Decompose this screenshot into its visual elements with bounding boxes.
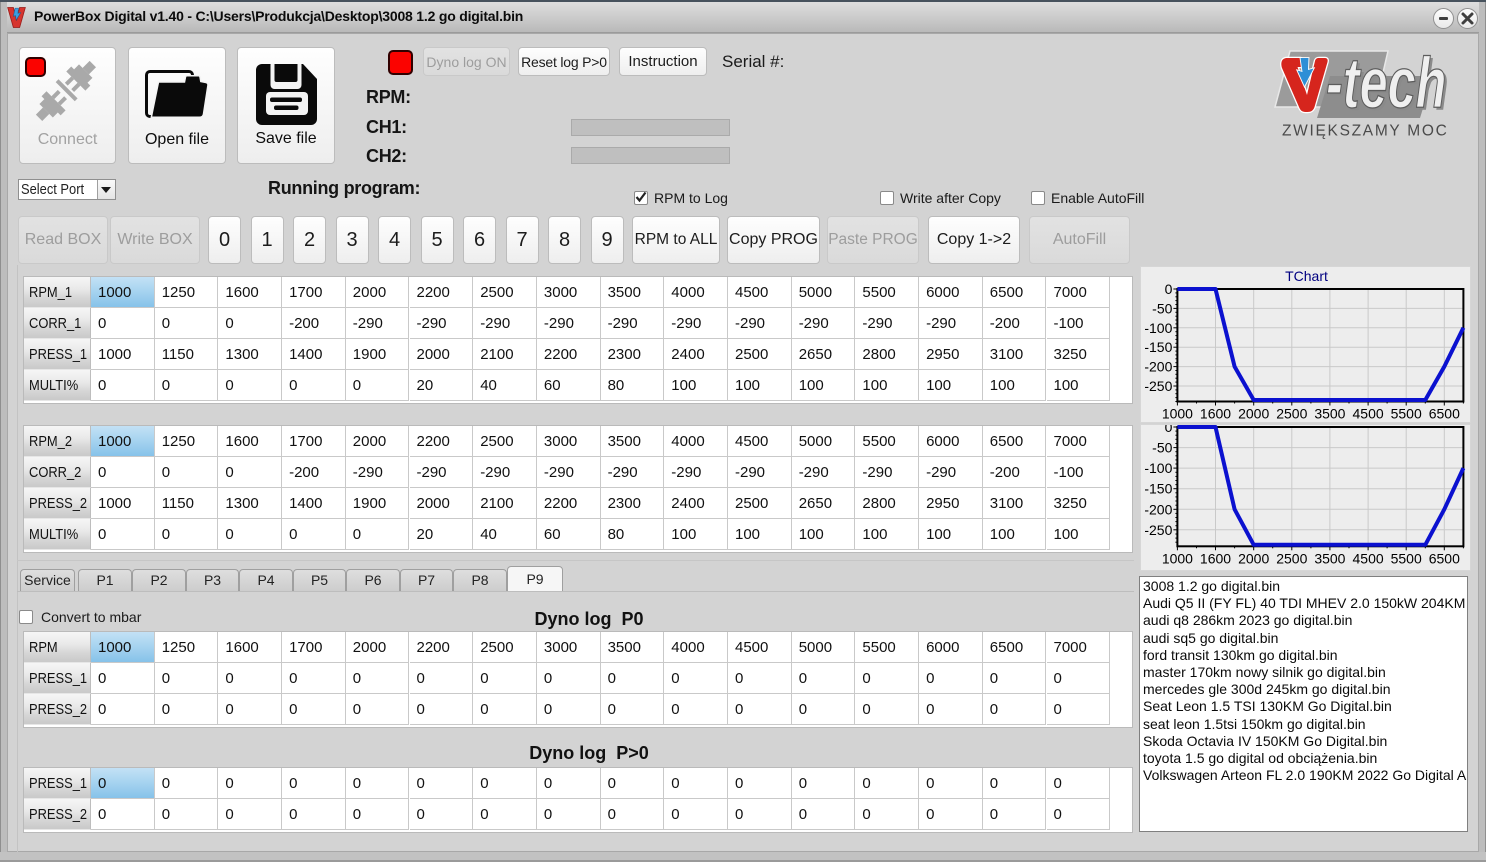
svg-text:-50: -50 bbox=[1152, 300, 1172, 316]
svg-text:2000: 2000 bbox=[1238, 550, 1269, 566]
svg-text:3500: 3500 bbox=[1314, 550, 1345, 566]
svg-text:-100: -100 bbox=[1144, 320, 1172, 336]
svg-text:-100: -100 bbox=[1144, 460, 1172, 476]
svg-text:6500: 6500 bbox=[1429, 406, 1460, 422]
svg-text:-200: -200 bbox=[1144, 501, 1172, 517]
svg-text:3500: 3500 bbox=[1314, 406, 1345, 422]
svg-text:2500: 2500 bbox=[1276, 406, 1307, 422]
svg-text:1000: 1000 bbox=[1162, 550, 1193, 566]
svg-text:0: 0 bbox=[1165, 281, 1173, 297]
svg-text:2500: 2500 bbox=[1276, 550, 1307, 566]
svg-text:4500: 4500 bbox=[1353, 406, 1384, 422]
svg-text:1600: 1600 bbox=[1200, 406, 1231, 422]
svg-text:1600: 1600 bbox=[1200, 550, 1231, 566]
svg-text:-tech: -tech bbox=[1326, 44, 1446, 124]
svg-text:-250: -250 bbox=[1144, 522, 1172, 538]
svg-text:5500: 5500 bbox=[1391, 550, 1422, 566]
svg-text:-250: -250 bbox=[1144, 378, 1172, 394]
svg-text:0: 0 bbox=[1165, 425, 1173, 435]
svg-text:ZWIĘKSZAMY MOC: ZWIĘKSZAMY MOC bbox=[1282, 123, 1448, 140]
svg-text:-150: -150 bbox=[1144, 481, 1172, 497]
svg-text:-50: -50 bbox=[1152, 440, 1172, 456]
svg-text:-200: -200 bbox=[1144, 359, 1172, 375]
svg-text:TChart: TChart bbox=[1285, 268, 1328, 284]
svg-text:2000: 2000 bbox=[1238, 406, 1269, 422]
svg-text:4500: 4500 bbox=[1353, 550, 1384, 566]
svg-text:6500: 6500 bbox=[1429, 550, 1460, 566]
svg-text:5500: 5500 bbox=[1391, 406, 1422, 422]
svg-text:-150: -150 bbox=[1144, 339, 1172, 355]
svg-text:1000: 1000 bbox=[1162, 406, 1193, 422]
